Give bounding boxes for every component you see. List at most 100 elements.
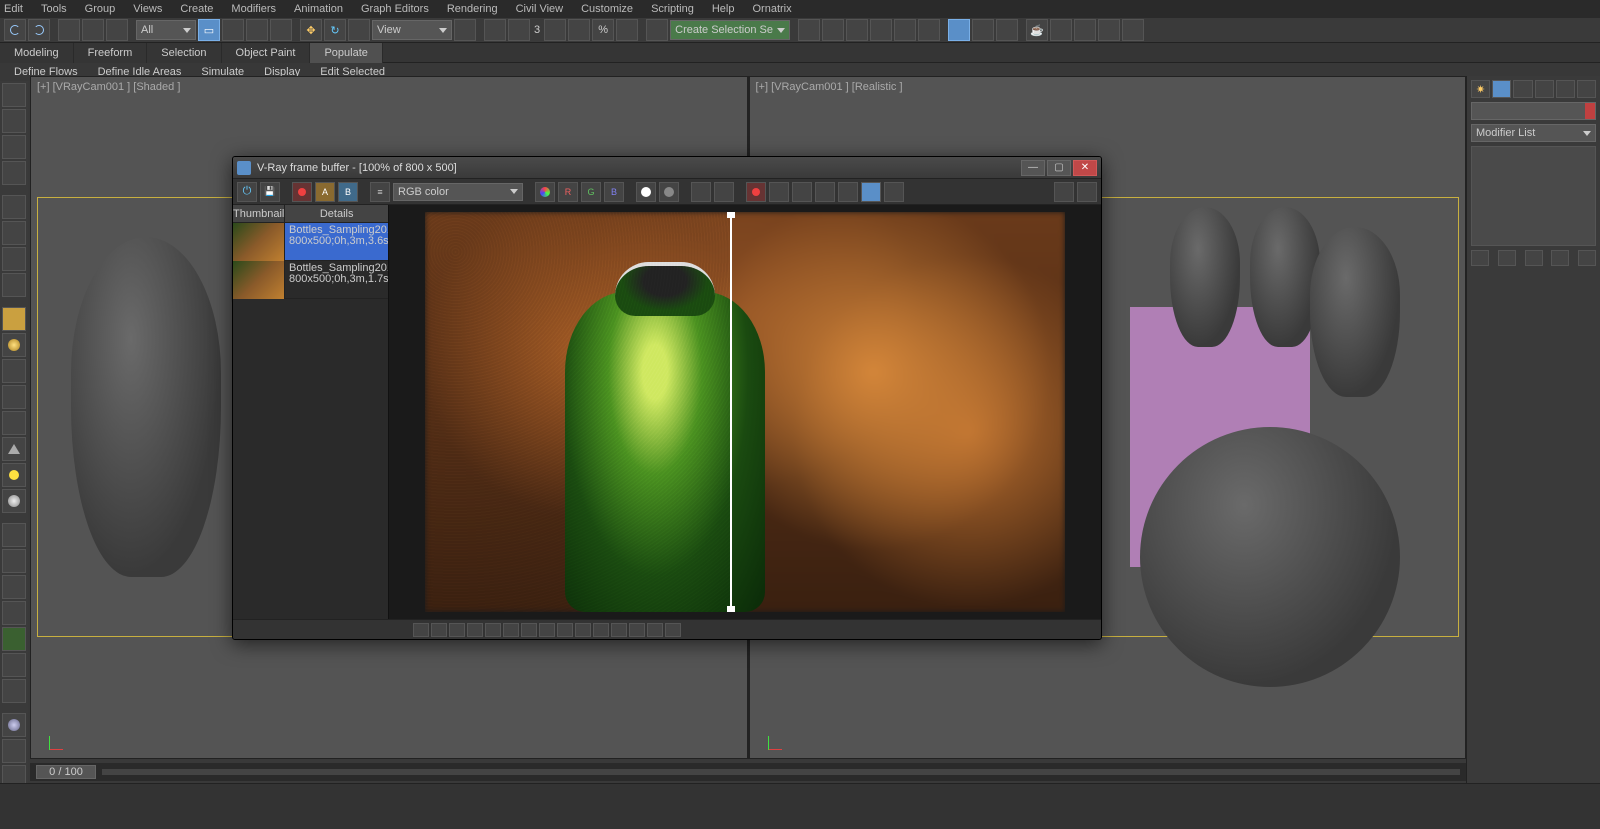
spinner-snap-button[interactable] (616, 19, 638, 41)
rotate-button[interactable]: ↻ (324, 19, 346, 41)
link-button[interactable] (58, 19, 80, 41)
lt-btn-6[interactable] (2, 221, 26, 245)
undo-button[interactable] (4, 19, 26, 41)
lt-btn-7[interactable] (2, 247, 26, 271)
cmd-tab-create[interactable]: ✷ (1471, 80, 1490, 98)
vfb-vfb2-button[interactable] (838, 182, 858, 202)
vfb-st-2[interactable] (431, 623, 447, 637)
menu-rendering[interactable]: Rendering (447, 3, 498, 15)
lt-particle-icon[interactable] (2, 523, 26, 547)
vfb-st-1[interactable] (413, 623, 429, 637)
named-selection-combo[interactable]: Create Selection Se (670, 20, 790, 40)
lt-btn-5[interactable] (2, 195, 26, 219)
toggle-ribbon-button[interactable] (870, 19, 892, 41)
vfb-titlebar[interactable]: V-Ray frame buffer - [100% of 800 x 500]… (233, 157, 1101, 179)
lt-btn-4[interactable] (2, 161, 26, 185)
lt-light-icon[interactable] (2, 463, 26, 487)
vfb-st-10[interactable] (575, 623, 591, 637)
vfb-st-5[interactable] (485, 623, 501, 637)
angle-snap-button[interactable] (568, 19, 590, 41)
render-production-button[interactable]: ☕ (1026, 19, 1048, 41)
lt-misc-icon[interactable] (2, 653, 26, 677)
snap-toggle-button[interactable] (544, 19, 566, 41)
cmd-tab-utilities[interactable] (1577, 80, 1596, 98)
color-swatch[interactable] (1585, 103, 1595, 119)
lt-misc2-icon[interactable] (2, 679, 26, 703)
lt-teapot-icon[interactable] (2, 411, 26, 435)
selection-filter-combo[interactable]: All (136, 20, 196, 40)
render-iterative-button[interactable] (1050, 19, 1072, 41)
menu-customize[interactable]: Customize (581, 3, 633, 15)
history-row[interactable]: Bottles_Sampling2015_M0 800x500;0h,3m,1.… (233, 261, 388, 299)
lt-helper-icon[interactable] (2, 549, 26, 573)
vfb-lens-button[interactable] (1054, 182, 1074, 202)
render-extra-button[interactable] (1122, 19, 1144, 41)
object-name-input[interactable] (1471, 102, 1596, 120)
bind-button[interactable] (106, 19, 128, 41)
lt-btn-3[interactable] (2, 135, 26, 159)
keyboard-shortcut-button[interactable] (508, 19, 530, 41)
schematic-view-button[interactable] (918, 19, 940, 41)
menu-create[interactable]: Create (180, 3, 213, 15)
remove-mod-button[interactable] (1551, 250, 1569, 266)
timeline-track[interactable] (102, 769, 1460, 775)
menu-animation[interactable]: Animation (294, 3, 343, 15)
vfb-a-button[interactable]: A (315, 182, 335, 202)
tab-modeling[interactable]: Modeling (0, 43, 74, 63)
menu-views[interactable]: Views (133, 3, 162, 15)
render-cloud-button[interactable] (1098, 19, 1120, 41)
cmd-tab-display[interactable] (1556, 80, 1575, 98)
lt-geosphere-icon[interactable] (2, 489, 26, 513)
select-name-button[interactable] (222, 19, 244, 41)
menu-edit[interactable]: Edit (4, 3, 23, 15)
cmd-tab-motion[interactable] (1535, 80, 1554, 98)
lt-torus-icon[interactable] (2, 385, 26, 409)
vfb-link-button[interactable] (815, 182, 835, 202)
align-button[interactable] (822, 19, 844, 41)
viewport-left-label[interactable]: [+] [VRayCam001 ] [Shaded ] (37, 81, 180, 93)
vfb-mono-button[interactable] (636, 182, 656, 202)
vfb-stop-button[interactable] (746, 182, 766, 202)
mirror-button[interactable] (798, 19, 820, 41)
lt-btn-1[interactable] (2, 83, 26, 107)
vfb-st-6[interactable] (503, 623, 519, 637)
vray-frame-buffer-window[interactable]: V-Ray frame buffer - [100% of 800 x 500]… (232, 156, 1102, 640)
select-object-button[interactable]: ▭ (198, 19, 220, 41)
menu-group[interactable]: Group (85, 3, 116, 15)
scale-button[interactable] (348, 19, 370, 41)
vfb-channel-combo[interactable]: RGB color (393, 183, 523, 201)
vfb-menu-button[interactable]: ≡ (370, 182, 390, 202)
menu-tools[interactable]: Tools (41, 3, 67, 15)
vfb-st-8[interactable] (539, 623, 555, 637)
vfb-b-button[interactable]: B (338, 182, 358, 202)
tab-selection[interactable]: Selection (147, 43, 221, 63)
edit-named-sel-button[interactable] (646, 19, 668, 41)
vfb-region-button[interactable] (769, 182, 789, 202)
tab-populate[interactable]: Populate (310, 43, 382, 63)
lt-plant-icon[interactable] (2, 627, 26, 651)
viewport-right-label[interactable]: [+] [VRayCam001 ] [Realistic ] (756, 81, 903, 93)
lt-preview-icon[interactable] (2, 713, 26, 737)
vfb-alpha-button[interactable] (659, 182, 679, 202)
minimize-button[interactable]: — (1021, 160, 1045, 176)
lt-box-icon[interactable] (2, 307, 26, 331)
menu-scripting[interactable]: Scripting (651, 3, 694, 15)
unlink-button[interactable] (82, 19, 104, 41)
render-setup-button[interactable] (972, 19, 994, 41)
tab-objectpaint[interactable]: Object Paint (222, 43, 311, 63)
lt-grid-icon[interactable] (2, 739, 26, 763)
maximize-button[interactable]: ▢ (1047, 160, 1071, 176)
vfb-st-15[interactable] (665, 623, 681, 637)
move-button[interactable]: ✥ (300, 19, 322, 41)
material-editor-button[interactable] (948, 19, 970, 41)
vfb-record-button[interactable] (292, 182, 312, 202)
vfb-st-14[interactable] (647, 623, 663, 637)
select-region-button[interactable] (246, 19, 268, 41)
modifier-list-combo[interactable]: Modifier List (1471, 124, 1596, 142)
configure-button[interactable] (1578, 250, 1596, 266)
modifier-stack[interactable] (1471, 146, 1596, 246)
history-row[interactable]: Bottles_Sampling2015_M0 800x500;0h,3m,3.… (233, 223, 388, 261)
vfb-track-button[interactable] (792, 182, 812, 202)
vfb-rgb-button[interactable] (535, 182, 555, 202)
vfb-copy-button[interactable] (714, 182, 734, 202)
